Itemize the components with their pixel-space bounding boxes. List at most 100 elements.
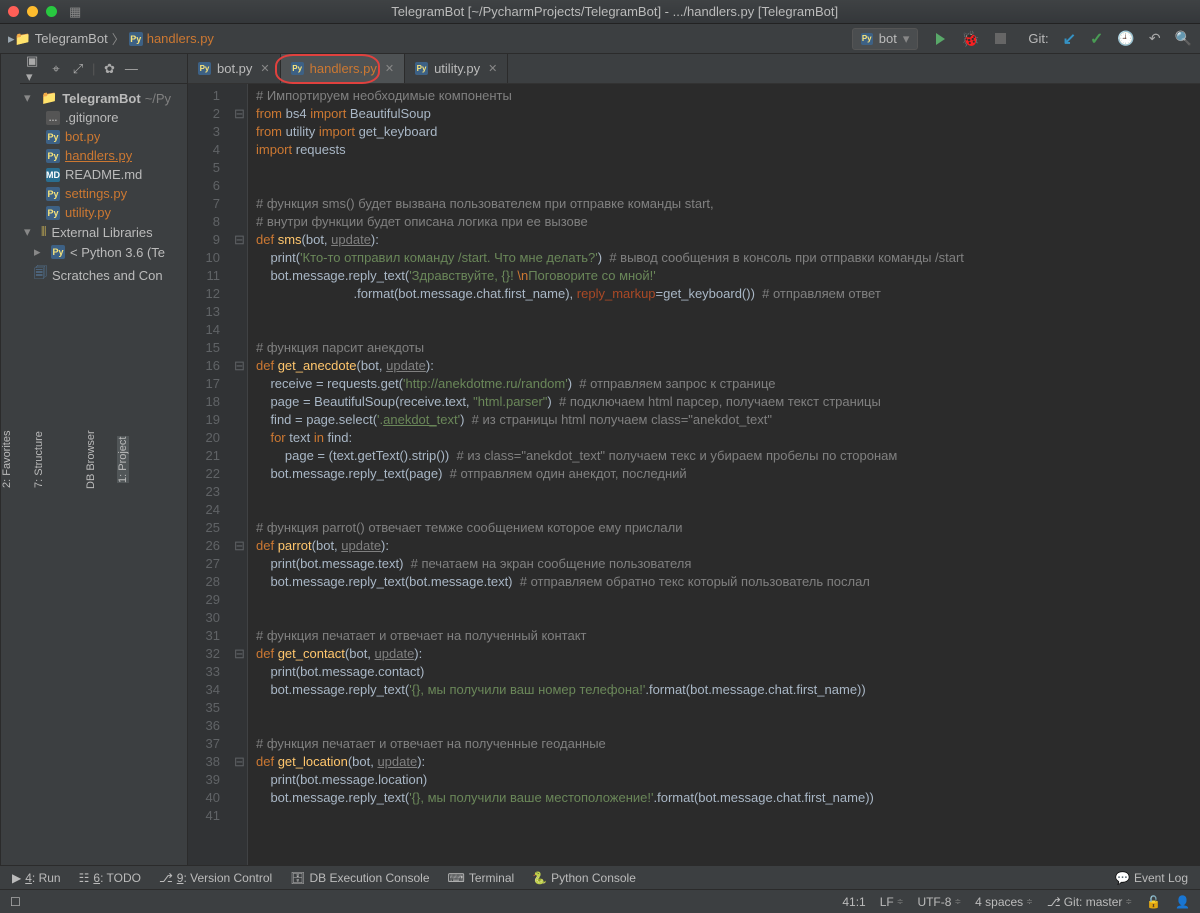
- settings-icon[interactable]: ✿: [101, 61, 117, 77]
- side-tab-structure[interactable]: 7: Structure: [33, 431, 45, 488]
- editor-tab[interactable]: Py utility.py ✕: [405, 54, 508, 83]
- side-tab-favorites[interactable]: 2: Favorites: [1, 431, 13, 488]
- tree-root[interactable]: ▾ 📁 TelegramBot~/Py: [20, 88, 187, 108]
- status-bar: ☐ 41:1 LF ≑ UTF-8 ≑ 4 spaces ≑ ⎇ Git: ma…: [0, 889, 1200, 913]
- scratches-label: Scratches and Con: [52, 268, 163, 283]
- expand-icon[interactable]: ⤢: [70, 61, 86, 77]
- python-file-icon: Py: [415, 62, 428, 75]
- git-branch[interactable]: ⎇ Git: master ≑: [1047, 895, 1132, 909]
- collapse-icon[interactable]: —: [123, 61, 139, 77]
- close-tab-icon[interactable]: ✕: [385, 62, 394, 75]
- python-sdk-label: < Python 3.6 (Te: [70, 245, 165, 260]
- markdown-file-icon: MD: [46, 168, 60, 182]
- folder-icon: ▸📁: [8, 31, 31, 47]
- tool-window-bar: ▶ 4: Run ☷ 6: TODO ⎇ 9: Version Control …: [0, 865, 1200, 889]
- stop-button[interactable]: [992, 31, 1008, 47]
- git-revert-button[interactable]: ↶: [1149, 30, 1161, 47]
- tree-item-label: utility.py: [65, 205, 111, 220]
- editor-body[interactable]: 1234567891011121314151617181920212223242…: [188, 84, 1200, 865]
- side-tab-project[interactable]: 1: Project: [117, 436, 129, 482]
- indent-setting[interactable]: 4 spaces ≑: [975, 895, 1033, 909]
- toolwindow-event-log[interactable]: 💬 Event Log: [1115, 871, 1188, 885]
- git-commit-button[interactable]: ✓: [1090, 29, 1103, 49]
- toolwindow-run[interactable]: ▶ 4: Run: [12, 871, 61, 885]
- memory-indicator-icon[interactable]: 👤: [1175, 895, 1190, 909]
- status-menu-icon[interactable]: ☐: [10, 895, 21, 909]
- left-tool-tabs: 2: Favorites 7: Structure DB Browser 1: …: [0, 54, 20, 865]
- window-title: TelegramBot [~/PycharmProjects/TelegramB…: [37, 4, 1192, 19]
- editor-area: Pybot.py✕Pyhandlers.py✕Pyutility.py✕ 123…: [188, 54, 1200, 865]
- python-icon: Py: [51, 245, 65, 259]
- debug-button[interactable]: 🐞: [962, 31, 978, 47]
- python-file-icon: Py: [46, 206, 60, 220]
- caret-position[interactable]: 41:1: [842, 895, 865, 909]
- locate-icon[interactable]: ⌖: [48, 61, 64, 77]
- python-file-icon: Py: [291, 62, 304, 75]
- chevron-right-icon[interactable]: ▸: [34, 244, 46, 260]
- editor-tab-label: bot.py: [217, 61, 252, 76]
- git-update-button[interactable]: ↙: [1063, 29, 1076, 49]
- scratch-icon: 🗐: [34, 264, 47, 286]
- navigation-bar: ▸📁 TelegramBot 〉 Py handlers.py Py bot ▾…: [0, 24, 1200, 54]
- tree-item-label: settings.py: [65, 186, 127, 201]
- chevron-down-icon[interactable]: ▾: [24, 224, 36, 240]
- tree-scratches[interactable]: 🗐 Scratches and Con: [20, 262, 187, 288]
- toolwindow-terminal[interactable]: ⌨ Terminal: [448, 871, 515, 885]
- project-toolbar: ▣ ▾ ⌖ ⤢ | ✿ —: [20, 54, 187, 84]
- project-tree[interactable]: ▾ 📁 TelegramBot~/Py ….gitignorePybot.pyP…: [20, 84, 187, 292]
- toolwindow-todo[interactable]: ☷ 6: TODO: [79, 871, 141, 885]
- tree-item[interactable]: ….gitignore: [20, 108, 187, 127]
- python-file-icon: Py: [46, 130, 60, 144]
- python-file-icon: Py: [46, 187, 60, 201]
- tree-item[interactable]: Py utility.py: [20, 203, 187, 222]
- editor-tab[interactable]: Py bot.py ✕: [188, 54, 281, 83]
- python-file-icon: Py: [861, 33, 873, 45]
- toolwindow-db-console[interactable]: 🗄 DB Execution Console: [290, 871, 429, 885]
- tree-python-sdk[interactable]: ▸ Py < Python 3.6 (Te: [20, 242, 187, 262]
- project-root-label: TelegramBot: [62, 91, 141, 106]
- tree-item-label: handlers.py: [65, 148, 132, 163]
- editor-tabs: Pybot.py✕Pyhandlers.py✕Pyutility.py✕: [188, 54, 1200, 84]
- breadcrumb-file[interactable]: handlers.py: [147, 31, 214, 46]
- python-file-icon: Py: [198, 62, 211, 75]
- toolwindow-version-control[interactable]: ⎇ 9: Version Control: [159, 871, 272, 885]
- tree-item-label: bot.py: [65, 129, 100, 144]
- python-file-icon: Py: [129, 32, 143, 46]
- tree-item[interactable]: Py handlers.py: [20, 146, 187, 165]
- tree-item[interactable]: MDREADME.md: [20, 165, 187, 184]
- editor-tab[interactable]: Pyhandlers.py✕: [281, 54, 405, 83]
- main-area: 2: Favorites 7: Structure DB Browser 1: …: [0, 54, 1200, 865]
- file-encoding[interactable]: UTF-8 ≑: [917, 895, 961, 909]
- breadcrumb-sep: 〉: [112, 29, 125, 48]
- tree-item[interactable]: Py settings.py: [20, 184, 187, 203]
- chevron-down-icon[interactable]: ▾: [24, 90, 36, 106]
- breadcrumb-root[interactable]: TelegramBot: [35, 31, 108, 46]
- side-tab-db-browser[interactable]: DB Browser: [85, 430, 97, 489]
- line-separator[interactable]: LF ≑: [880, 895, 904, 909]
- fold-gutter[interactable]: ⊟⊟⊟⊟⊟⊟: [232, 84, 248, 865]
- toolbar-right: Py bot ▾ 🐞 Git: ↙ ✓ 🕘 ↶ 🔍: [852, 28, 1192, 50]
- python-file-icon: Py: [46, 149, 60, 163]
- readonly-toggle[interactable]: 🔓: [1146, 895, 1161, 909]
- git-label: Git:: [1028, 31, 1048, 46]
- close-window-button[interactable]: [8, 6, 19, 17]
- editor-tab-label: utility.py: [434, 61, 480, 76]
- code-area[interactable]: # Импортируем необходимые компонентыfrom…: [248, 84, 1200, 865]
- line-gutter[interactable]: 1234567891011121314151617181920212223242…: [188, 84, 232, 865]
- git-file-icon: …: [46, 111, 60, 125]
- close-tab-icon[interactable]: ✕: [260, 62, 269, 75]
- project-root-path: ~/Py: [145, 91, 171, 106]
- run-config-selector[interactable]: Py bot ▾: [852, 28, 919, 50]
- project-panel: ▣ ▾ ⌖ ⤢ | ✿ — ▾ 📁 TelegramBot~/Py ….giti…: [20, 54, 188, 865]
- tree-item[interactable]: Py bot.py: [20, 127, 187, 146]
- run-button[interactable]: [932, 31, 948, 47]
- git-history-button[interactable]: 🕘: [1117, 30, 1134, 47]
- tree-external-libs[interactable]: ▾ ⫴ External Libraries: [20, 222, 187, 242]
- toolwindow-python-console[interactable]: 🐍 Python Console: [532, 871, 636, 885]
- search-everywhere-button[interactable]: 🔍: [1175, 30, 1192, 47]
- title-bar: ▦ TelegramBot [~/PycharmProjects/Telegra…: [0, 0, 1200, 24]
- project-view-select[interactable]: ▣ ▾: [26, 61, 42, 77]
- run-config-label: bot: [879, 31, 897, 46]
- close-tab-icon[interactable]: ✕: [488, 62, 497, 75]
- breadcrumb: ▸📁 TelegramBot 〉 Py handlers.py: [8, 29, 214, 48]
